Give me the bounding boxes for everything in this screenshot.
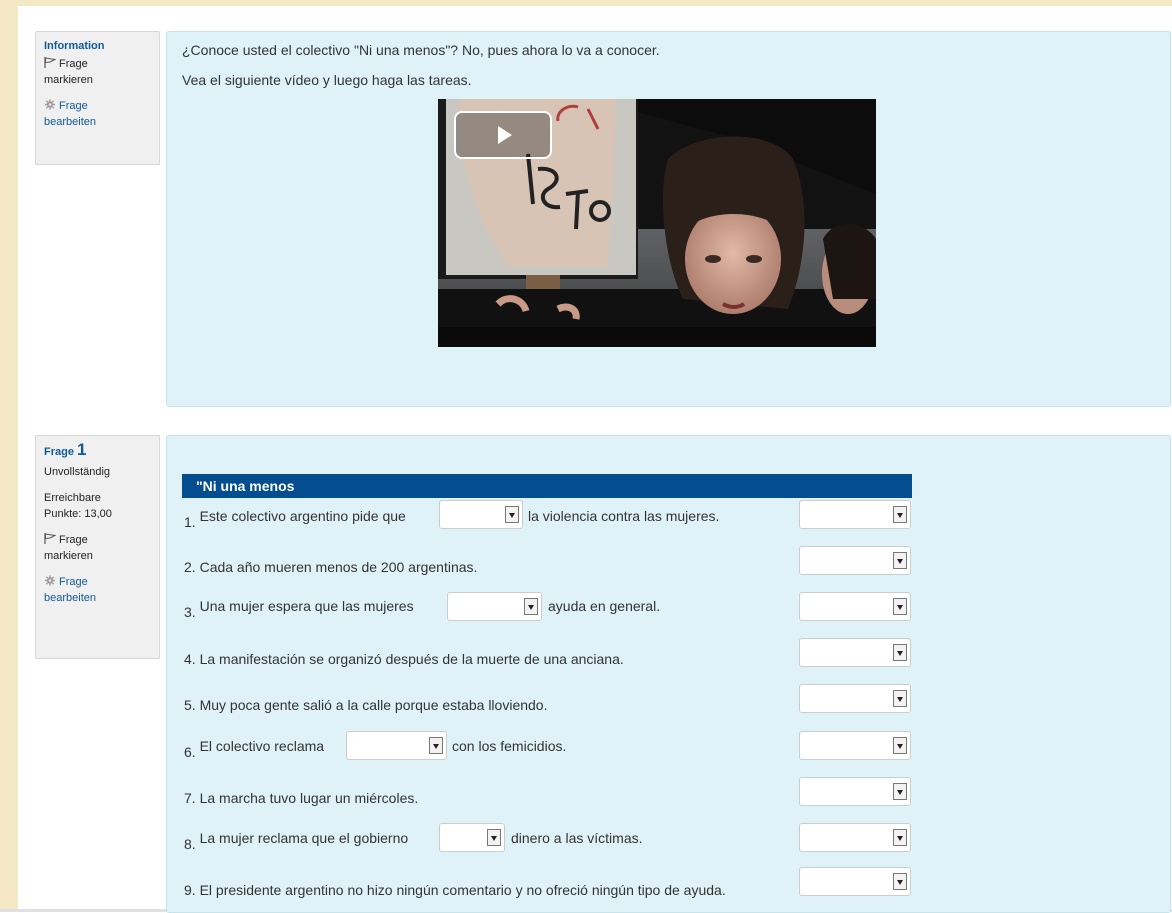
chevron-down-icon [893, 783, 907, 800]
edit-label: Frage [59, 576, 88, 588]
chevron-down-icon [893, 737, 907, 754]
answer-select-3[interactable] [799, 592, 911, 621]
chevron-down-icon [487, 829, 501, 846]
item-number: 8. [184, 836, 196, 852]
chevron-down-icon [893, 598, 907, 615]
answer-select-7[interactable] [799, 777, 911, 806]
play-icon [498, 126, 512, 144]
edit-label-2: bearbeiten [44, 592, 96, 604]
answer-select-2[interactable] [799, 546, 911, 575]
flag-question-link-2[interactable]: Frage markieren [44, 532, 151, 564]
item-number: 4. [184, 651, 196, 667]
flag-question-link[interactable]: Frage markieren [44, 56, 151, 88]
quiz-item-3: 3. Una mujer espera que las mujeres [184, 597, 414, 620]
chevron-down-icon [505, 506, 519, 523]
item-text: Cada año mueren menos de 200 argentinas. [199, 559, 478, 575]
item-text-before: La mujer reclama que el gobierno [199, 830, 409, 846]
item-number: 2. [184, 559, 196, 575]
quiz-item-5: 5. Muy poca gente salió a la calle porqu… [184, 696, 547, 714]
gap-select-1[interactable] [439, 500, 523, 529]
question-label: Frage [44, 446, 74, 458]
chevron-down-icon [893, 644, 907, 661]
points-value: Punkte: 13,00 [44, 508, 112, 520]
quiz-item-1-after: la violencia contra las mujeres. [528, 508, 720, 524]
gap-select-8[interactable] [439, 823, 505, 852]
question-status: Unvollständig [44, 466, 111, 478]
chevron-down-icon [893, 690, 907, 707]
item-text-before: Una mujer espera que las mujeres [199, 598, 414, 614]
answer-select-6[interactable] [799, 731, 911, 760]
info-sidebar: Information Frage markieren Frage bearbe… [35, 31, 160, 165]
item-number: 6. [184, 744, 196, 760]
top-page-border [0, 0, 1172, 6]
edit-question-link[interactable]: Frage bearbeiten [44, 98, 151, 130]
play-button[interactable] [454, 111, 552, 159]
question-sidebar: Frage 1 Unvollständig Erreichbare Punkte… [35, 435, 160, 659]
item-number: 5. [184, 697, 196, 713]
quiz-item-7: 7. La marcha tuvo lugar un miércoles. [184, 789, 418, 807]
chevron-down-icon [893, 873, 907, 890]
answer-select-5[interactable] [799, 684, 911, 713]
flag-icon [44, 57, 56, 68]
item-text: La manifestación se organizó después de … [199, 651, 624, 667]
chevron-down-icon [429, 737, 443, 754]
item-number: 1. [184, 514, 196, 530]
chevron-down-icon [524, 598, 538, 615]
answer-select-9[interactable] [799, 867, 911, 896]
item-text: El presidente argentino no hizo ningún c… [199, 882, 726, 898]
page: Information Frage markieren Frage bearbe… [0, 0, 1172, 913]
flag-icon [44, 533, 56, 544]
intro-line-1: ¿Conoce usted el colectivo "Ni una menos… [182, 42, 660, 58]
flag-label-2: markieren [44, 550, 93, 562]
flag-label: Frage [59, 58, 88, 70]
quiz-item-3-after: ayuda en general. [548, 598, 661, 614]
item-number: 9. [184, 882, 196, 898]
answer-select-1[interactable] [799, 500, 911, 529]
item-number: 3. [184, 604, 196, 620]
chevron-down-icon [893, 552, 907, 569]
answer-select-8[interactable] [799, 823, 911, 852]
item-text: La marcha tuvo lugar un miércoles. [199, 790, 419, 806]
gear-icon [44, 99, 56, 110]
question-points: Erreichbare Punkte: 13,00 [44, 490, 151, 522]
chevron-down-icon [893, 829, 907, 846]
gear-icon [44, 575, 56, 586]
item-text-before: Este colectivo argentino pide que [199, 508, 406, 524]
flag-label-2: markieren [44, 74, 93, 86]
quiz-header: "Ni una menos [182, 474, 912, 498]
item-text-before: El colectivo reclama [199, 738, 325, 754]
info-title: Information [44, 40, 105, 52]
flag-label: Frage [59, 534, 88, 546]
question-number: 1 [77, 440, 87, 459]
intro-line-2: Vea el siguiente vídeo y luego haga las … [182, 72, 472, 88]
quiz-item-1: 1. Este colectivo argentino pide que [184, 507, 406, 530]
gap-select-3[interactable] [447, 592, 542, 621]
left-page-border [0, 0, 18, 912]
quiz-item-9: 9. El presidente argentino no hizo ningú… [184, 881, 726, 899]
answer-select-4[interactable] [799, 638, 911, 667]
chevron-down-icon [893, 506, 907, 523]
quiz-item-6-after: con los femicidios. [452, 738, 567, 754]
item-number: 7. [184, 790, 196, 806]
edit-question-link-2[interactable]: Frage bearbeiten [44, 574, 151, 606]
item-text: Muy poca gente salió a la calle porque e… [199, 697, 548, 713]
quiz-item-6: 6. El colectivo reclama [184, 737, 325, 760]
video-player[interactable] [438, 99, 876, 347]
quiz-item-4: 4. La manifestación se organizó después … [184, 650, 624, 668]
edit-label: Frage [59, 100, 88, 112]
question-title: Frage 1 [44, 440, 151, 460]
quiz-item-8: 8. La mujer reclama que el gobierno [184, 829, 409, 852]
points-label: Erreichbare [44, 492, 101, 504]
quiz-item-8-after: dinero a las víctimas. [511, 830, 643, 846]
gap-select-6[interactable] [346, 731, 447, 760]
quiz-item-2: 2. Cada año mueren menos de 200 argentin… [184, 558, 477, 576]
edit-label-2: bearbeiten [44, 116, 96, 128]
